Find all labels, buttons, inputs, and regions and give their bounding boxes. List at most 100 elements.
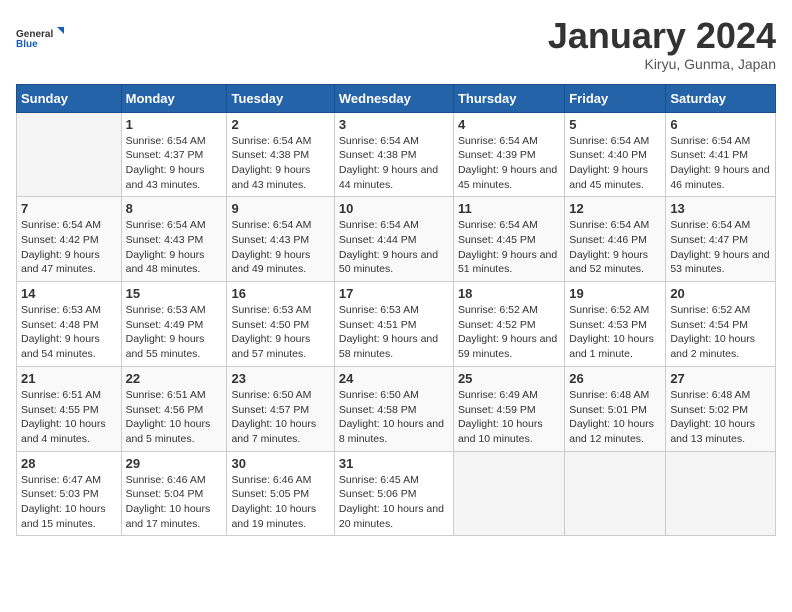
title-block: January 2024 Kiryu, Gunma, Japan xyxy=(548,16,776,72)
day-cell: 1 Sunrise: 6:54 AMSunset: 4:37 PMDayligh… xyxy=(121,112,227,197)
day-number: 14 xyxy=(21,286,117,301)
day-cell: 31 Sunrise: 6:45 AMSunset: 5:06 PMDaylig… xyxy=(334,451,453,536)
day-detail: Sunrise: 6:50 AMSunset: 4:58 PMDaylight:… xyxy=(339,388,449,447)
day-number: 30 xyxy=(231,456,329,471)
day-cell: 10 Sunrise: 6:54 AMSunset: 4:44 PMDaylig… xyxy=(334,197,453,282)
day-number: 16 xyxy=(231,286,329,301)
day-cell: 20 Sunrise: 6:52 AMSunset: 4:54 PMDaylig… xyxy=(666,282,776,367)
day-cell xyxy=(565,451,666,536)
day-detail: Sunrise: 6:54 AMSunset: 4:47 PMDaylight:… xyxy=(670,218,771,277)
location-subtitle: Kiryu, Gunma, Japan xyxy=(548,56,776,72)
day-detail: Sunrise: 6:54 AMSunset: 4:38 PMDaylight:… xyxy=(231,134,329,193)
day-detail: Sunrise: 6:48 AMSunset: 5:01 PMDaylight:… xyxy=(569,388,661,447)
logo: General Blue xyxy=(16,16,66,60)
day-cell: 21 Sunrise: 6:51 AMSunset: 4:55 PMDaylig… xyxy=(17,366,122,451)
day-number: 4 xyxy=(458,117,560,132)
day-cell: 12 Sunrise: 6:54 AMSunset: 4:46 PMDaylig… xyxy=(565,197,666,282)
header-row: SundayMondayTuesdayWednesdayThursdayFrid… xyxy=(17,84,776,112)
day-detail: Sunrise: 6:53 AMSunset: 4:49 PMDaylight:… xyxy=(126,303,223,362)
day-detail: Sunrise: 6:47 AMSunset: 5:03 PMDaylight:… xyxy=(21,473,117,532)
day-cell: 30 Sunrise: 6:46 AMSunset: 5:05 PMDaylig… xyxy=(227,451,334,536)
day-detail: Sunrise: 6:51 AMSunset: 4:56 PMDaylight:… xyxy=(126,388,223,447)
day-cell: 28 Sunrise: 6:47 AMSunset: 5:03 PMDaylig… xyxy=(17,451,122,536)
day-cell: 18 Sunrise: 6:52 AMSunset: 4:52 PMDaylig… xyxy=(453,282,564,367)
day-cell: 24 Sunrise: 6:50 AMSunset: 4:58 PMDaylig… xyxy=(334,366,453,451)
day-number: 28 xyxy=(21,456,117,471)
day-number: 9 xyxy=(231,201,329,216)
day-detail: Sunrise: 6:54 AMSunset: 4:41 PMDaylight:… xyxy=(670,134,771,193)
day-detail: Sunrise: 6:53 AMSunset: 4:50 PMDaylight:… xyxy=(231,303,329,362)
day-cell: 14 Sunrise: 6:53 AMSunset: 4:48 PMDaylig… xyxy=(17,282,122,367)
day-cell: 5 Sunrise: 6:54 AMSunset: 4:40 PMDayligh… xyxy=(565,112,666,197)
day-detail: Sunrise: 6:46 AMSunset: 5:05 PMDaylight:… xyxy=(231,473,329,532)
day-number: 29 xyxy=(126,456,223,471)
day-number: 22 xyxy=(126,371,223,386)
week-row: 14 Sunrise: 6:53 AMSunset: 4:48 PMDaylig… xyxy=(17,282,776,367)
day-cell: 25 Sunrise: 6:49 AMSunset: 4:59 PMDaylig… xyxy=(453,366,564,451)
day-cell: 3 Sunrise: 6:54 AMSunset: 4:38 PMDayligh… xyxy=(334,112,453,197)
day-cell: 17 Sunrise: 6:53 AMSunset: 4:51 PMDaylig… xyxy=(334,282,453,367)
day-cell: 22 Sunrise: 6:51 AMSunset: 4:56 PMDaylig… xyxy=(121,366,227,451)
day-cell: 23 Sunrise: 6:50 AMSunset: 4:57 PMDaylig… xyxy=(227,366,334,451)
day-number: 8 xyxy=(126,201,223,216)
header-cell: Friday xyxy=(565,84,666,112)
day-detail: Sunrise: 6:49 AMSunset: 4:59 PMDaylight:… xyxy=(458,388,560,447)
day-cell: 15 Sunrise: 6:53 AMSunset: 4:49 PMDaylig… xyxy=(121,282,227,367)
day-number: 25 xyxy=(458,371,560,386)
week-row: 21 Sunrise: 6:51 AMSunset: 4:55 PMDaylig… xyxy=(17,366,776,451)
day-detail: Sunrise: 6:52 AMSunset: 4:52 PMDaylight:… xyxy=(458,303,560,362)
day-detail: Sunrise: 6:53 AMSunset: 4:48 PMDaylight:… xyxy=(21,303,117,362)
day-number: 23 xyxy=(231,371,329,386)
calendar-table: SundayMondayTuesdayWednesdayThursdayFrid… xyxy=(16,84,776,537)
day-detail: Sunrise: 6:54 AMSunset: 4:43 PMDaylight:… xyxy=(126,218,223,277)
svg-text:Blue: Blue xyxy=(16,39,38,50)
day-detail: Sunrise: 6:48 AMSunset: 5:02 PMDaylight:… xyxy=(670,388,771,447)
day-number: 31 xyxy=(339,456,449,471)
day-detail: Sunrise: 6:52 AMSunset: 4:53 PMDaylight:… xyxy=(569,303,661,362)
day-detail: Sunrise: 6:52 AMSunset: 4:54 PMDaylight:… xyxy=(670,303,771,362)
header-cell: Tuesday xyxy=(227,84,334,112)
day-detail: Sunrise: 6:53 AMSunset: 4:51 PMDaylight:… xyxy=(339,303,449,362)
week-row: 1 Sunrise: 6:54 AMSunset: 4:37 PMDayligh… xyxy=(17,112,776,197)
day-detail: Sunrise: 6:46 AMSunset: 5:04 PMDaylight:… xyxy=(126,473,223,532)
day-number: 20 xyxy=(670,286,771,301)
day-number: 3 xyxy=(339,117,449,132)
header-cell: Sunday xyxy=(17,84,122,112)
day-number: 10 xyxy=(339,201,449,216)
day-cell: 6 Sunrise: 6:54 AMSunset: 4:41 PMDayligh… xyxy=(666,112,776,197)
day-detail: Sunrise: 6:54 AMSunset: 4:39 PMDaylight:… xyxy=(458,134,560,193)
day-cell xyxy=(666,451,776,536)
svg-text:General: General xyxy=(16,29,53,40)
day-cell xyxy=(17,112,122,197)
header-cell: Monday xyxy=(121,84,227,112)
day-cell: 11 Sunrise: 6:54 AMSunset: 4:45 PMDaylig… xyxy=(453,197,564,282)
day-detail: Sunrise: 6:54 AMSunset: 4:45 PMDaylight:… xyxy=(458,218,560,277)
day-detail: Sunrise: 6:50 AMSunset: 4:57 PMDaylight:… xyxy=(231,388,329,447)
day-number: 12 xyxy=(569,201,661,216)
day-number: 13 xyxy=(670,201,771,216)
day-number: 11 xyxy=(458,201,560,216)
day-cell: 9 Sunrise: 6:54 AMSunset: 4:43 PMDayligh… xyxy=(227,197,334,282)
week-row: 28 Sunrise: 6:47 AMSunset: 5:03 PMDaylig… xyxy=(17,451,776,536)
day-detail: Sunrise: 6:54 AMSunset: 4:46 PMDaylight:… xyxy=(569,218,661,277)
day-number: 2 xyxy=(231,117,329,132)
day-cell: 2 Sunrise: 6:54 AMSunset: 4:38 PMDayligh… xyxy=(227,112,334,197)
day-detail: Sunrise: 6:54 AMSunset: 4:40 PMDaylight:… xyxy=(569,134,661,193)
header-cell: Thursday xyxy=(453,84,564,112)
logo-svg: General Blue xyxy=(16,16,66,60)
day-number: 24 xyxy=(339,371,449,386)
header-cell: Wednesday xyxy=(334,84,453,112)
day-number: 27 xyxy=(670,371,771,386)
day-cell: 4 Sunrise: 6:54 AMSunset: 4:39 PMDayligh… xyxy=(453,112,564,197)
page-header: General Blue January 2024 Kiryu, Gunma, … xyxy=(16,16,776,72)
day-detail: Sunrise: 6:54 AMSunset: 4:37 PMDaylight:… xyxy=(126,134,223,193)
day-number: 17 xyxy=(339,286,449,301)
month-title: January 2024 xyxy=(548,16,776,56)
day-number: 18 xyxy=(458,286,560,301)
day-cell: 16 Sunrise: 6:53 AMSunset: 4:50 PMDaylig… xyxy=(227,282,334,367)
day-number: 21 xyxy=(21,371,117,386)
header-cell: Saturday xyxy=(666,84,776,112)
day-cell: 26 Sunrise: 6:48 AMSunset: 5:01 PMDaylig… xyxy=(565,366,666,451)
day-detail: Sunrise: 6:54 AMSunset: 4:44 PMDaylight:… xyxy=(339,218,449,277)
day-number: 1 xyxy=(126,117,223,132)
